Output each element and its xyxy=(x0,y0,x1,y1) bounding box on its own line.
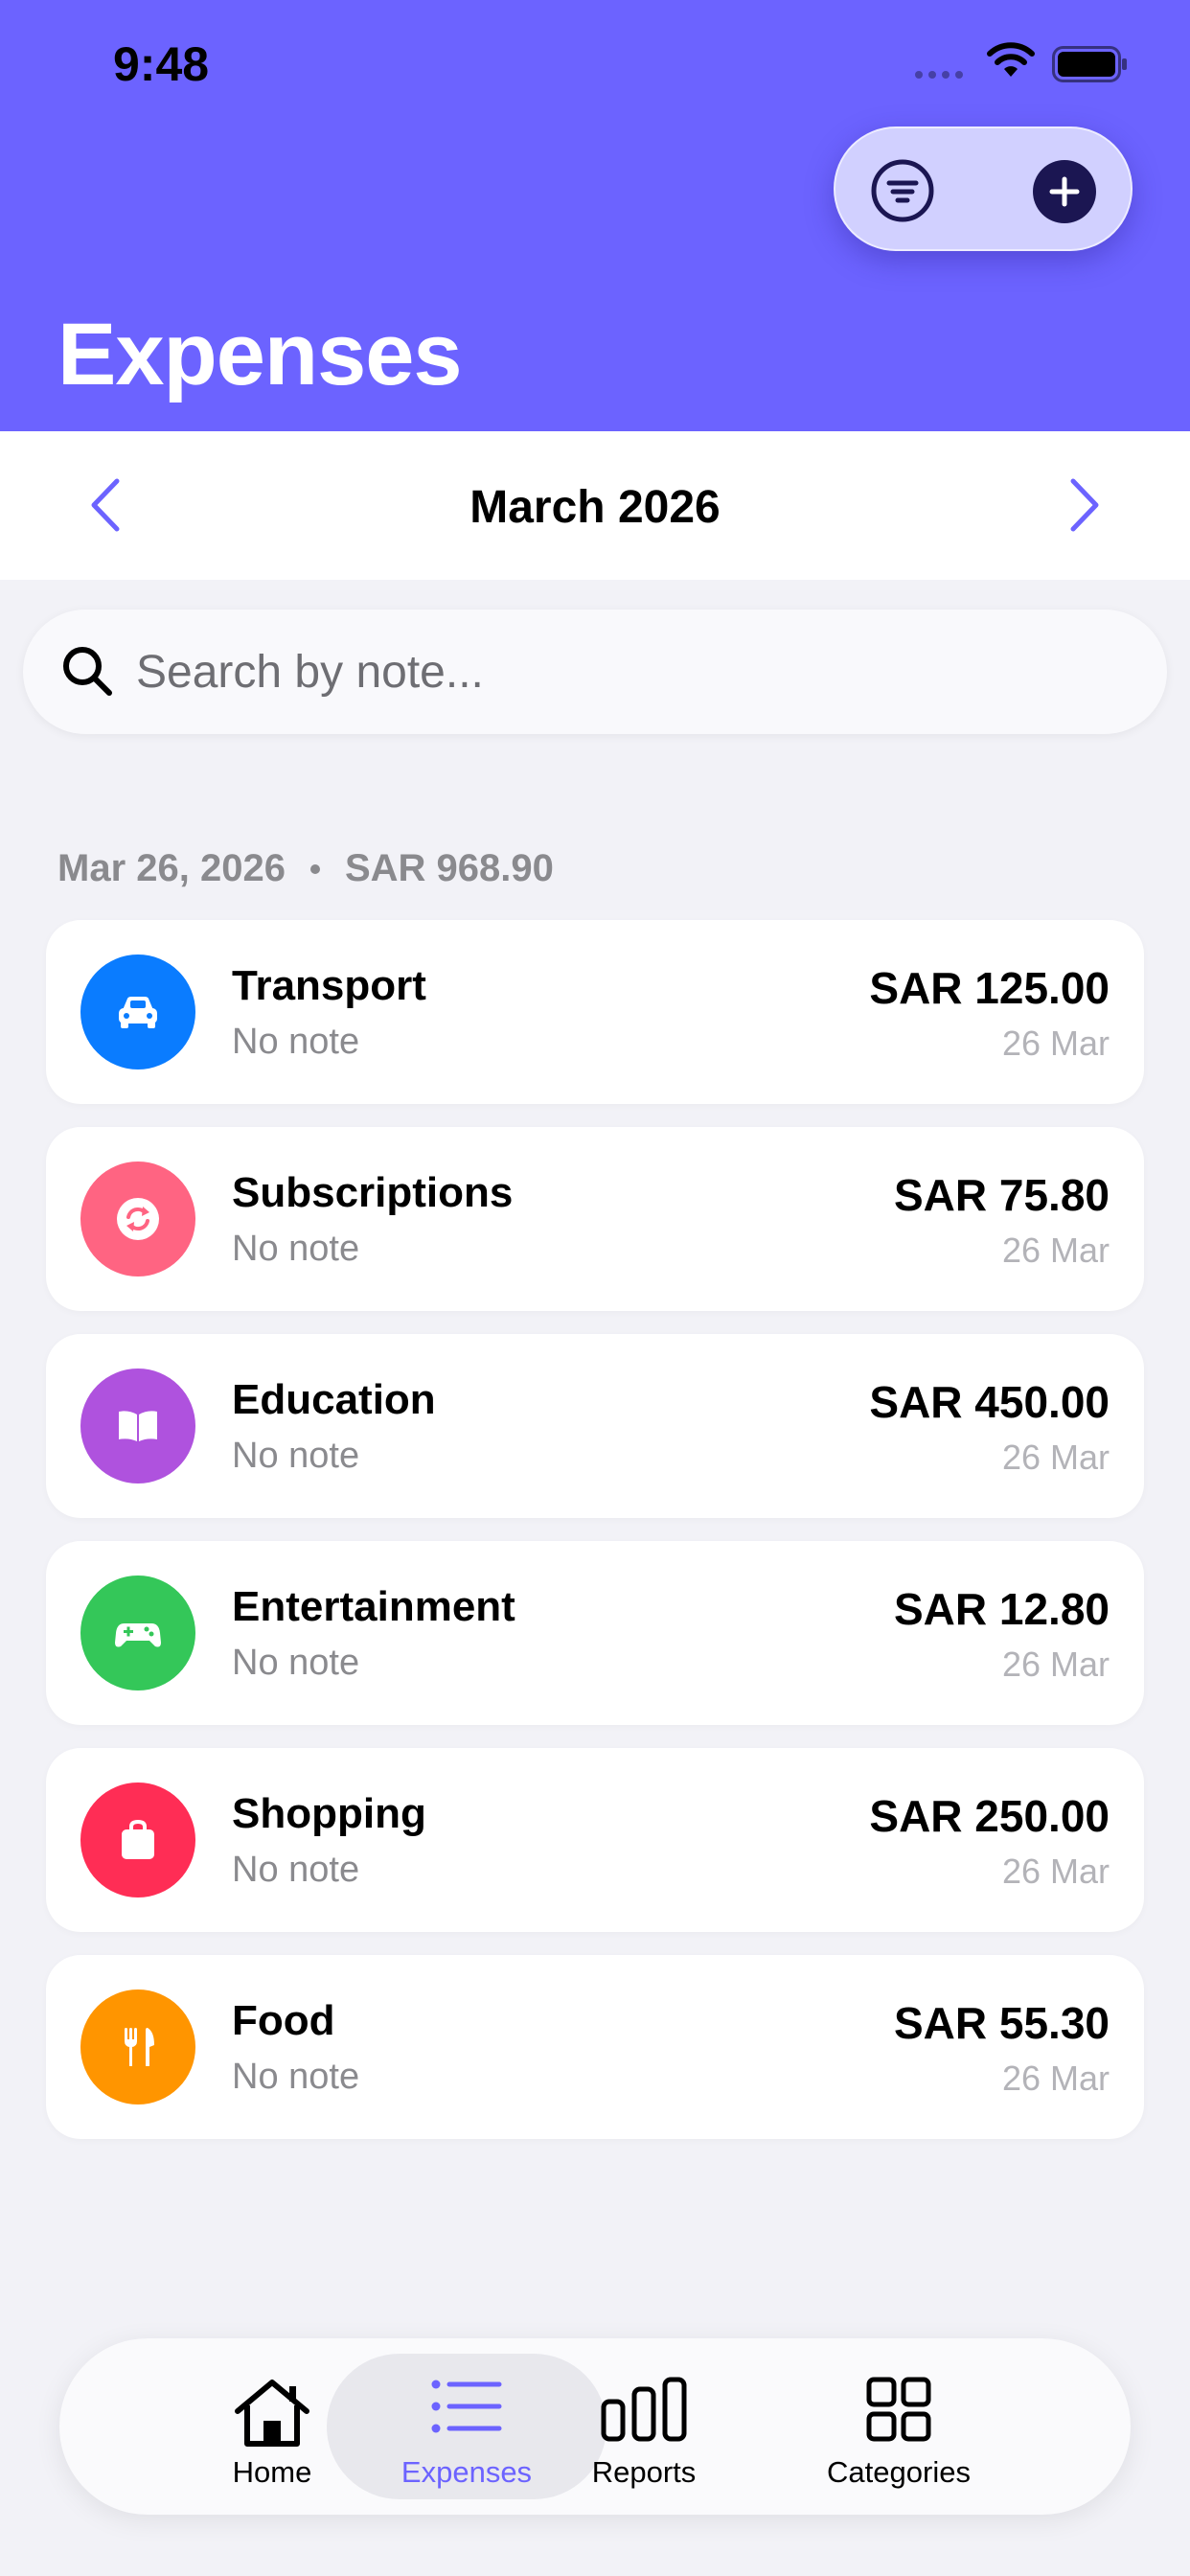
expense-date: 26 Mar xyxy=(1001,1230,1110,1270)
filter-button[interactable] xyxy=(870,158,935,223)
gamepad-icon xyxy=(115,1623,161,1647)
category-name: Education xyxy=(232,1376,436,1423)
search-bar xyxy=(23,610,1167,734)
month-label: March 2026 xyxy=(469,482,721,533)
category-badge xyxy=(80,1162,195,1276)
expense-note: No note xyxy=(232,1436,360,1476)
expense-amount: SAR 55.30 xyxy=(893,1998,1110,2048)
category-badge xyxy=(80,1782,195,1898)
expense-note: No note xyxy=(232,2057,360,2097)
house-icon xyxy=(235,2380,309,2447)
expense-note: No note xyxy=(232,1643,360,1683)
tab-label: Reports xyxy=(591,2455,697,2489)
expense-row[interactable]: Education No note SAR 450.00 26 Mar xyxy=(46,1334,1144,1518)
status-time: 9:48 xyxy=(113,37,210,91)
filter-icon xyxy=(871,159,934,222)
tab-reports[interactable]: Reports xyxy=(504,2354,784,2499)
chevron-right-icon xyxy=(1070,478,1099,532)
next-month-button[interactable] xyxy=(1060,475,1108,535)
bag-icon xyxy=(122,1819,154,1859)
expense-amount: SAR 125.00 xyxy=(869,963,1110,1013)
plus-icon xyxy=(1049,176,1080,207)
tab-bar: Home Expenses Reports Categories xyxy=(59,2338,1131,2515)
category-name: Shopping xyxy=(232,1790,426,1837)
expense-row[interactable]: Transport No note SAR 125.00 26 Mar xyxy=(46,920,1144,1104)
category-name: Food xyxy=(232,1997,335,2044)
book-icon xyxy=(119,1411,157,1441)
expense-date: 26 Mar xyxy=(1001,1852,1110,1891)
category-name: Entertainment xyxy=(232,1583,515,1630)
category-badge xyxy=(80,1368,195,1484)
expense-date: 26 Mar xyxy=(1001,1644,1110,1684)
category-name: Transport xyxy=(232,962,426,1009)
battery-icon xyxy=(1052,46,1127,82)
fork-knife-icon xyxy=(125,2028,154,2066)
search-input[interactable] xyxy=(136,636,1133,707)
bar-chart-icon xyxy=(601,2377,687,2442)
expense-date: 26 Mar xyxy=(1001,2058,1110,2098)
month-selector: March 2026 xyxy=(0,431,1190,580)
search-icon xyxy=(63,647,112,696)
expense-amount: SAR 250.00 xyxy=(869,1791,1110,1841)
repeat-icon xyxy=(117,1198,159,1240)
header: 9:48 Expenses xyxy=(0,0,1190,431)
wifi-icon xyxy=(987,42,1035,77)
expenses-screen: 9:48 Expenses March 2026 Search by note.… xyxy=(0,0,1190,2576)
header-actions xyxy=(834,126,1133,251)
expense-amount: SAR 12.80 xyxy=(893,1584,1110,1634)
expense-amount: SAR 450.00 xyxy=(869,1377,1110,1427)
category-badge xyxy=(80,954,195,1070)
expense-row[interactable]: Entertainment No note SAR 12.80 26 Mar xyxy=(46,1541,1144,1725)
expense-date: 26 Mar xyxy=(1001,1024,1110,1063)
car-icon xyxy=(119,997,157,1028)
category-badge xyxy=(80,1990,195,2104)
category-badge xyxy=(80,1576,195,1690)
expense-row[interactable]: Subscriptions No note SAR 75.80 26 Mar xyxy=(46,1127,1144,1311)
expense-note: No note xyxy=(232,1850,360,1890)
section-header: Mar 26, 2026 SAR 968.90 xyxy=(57,847,554,890)
section-date: Mar 26, 2026 xyxy=(57,847,286,889)
section-total: SAR 968.90 xyxy=(344,847,554,889)
category-name: Subscriptions xyxy=(232,1169,514,1216)
list-icon xyxy=(431,2380,502,2433)
expense-date: 26 Mar xyxy=(1001,1438,1110,1477)
expense-amount: SAR 75.80 xyxy=(893,1170,1110,1220)
add-expense-button[interactable] xyxy=(1033,160,1096,223)
expense-list: Transport No note SAR 125.00 26 Mar Subs… xyxy=(46,920,1144,2162)
separator-dot xyxy=(309,863,320,874)
expense-row[interactable]: Food No note SAR 55.30 26 Mar xyxy=(46,1955,1144,2139)
expense-note: No note xyxy=(232,1022,360,1062)
tab-label: Categories xyxy=(827,2455,971,2489)
grid-icon xyxy=(866,2377,931,2442)
expense-row[interactable]: Shopping No note SAR 250.00 26 Mar xyxy=(46,1748,1144,1932)
page-title: Expenses xyxy=(57,306,463,403)
expense-note: No note xyxy=(232,1229,360,1269)
cellular-signal-icon xyxy=(915,71,963,79)
tab-categories[interactable]: Categories xyxy=(759,2354,1039,2499)
